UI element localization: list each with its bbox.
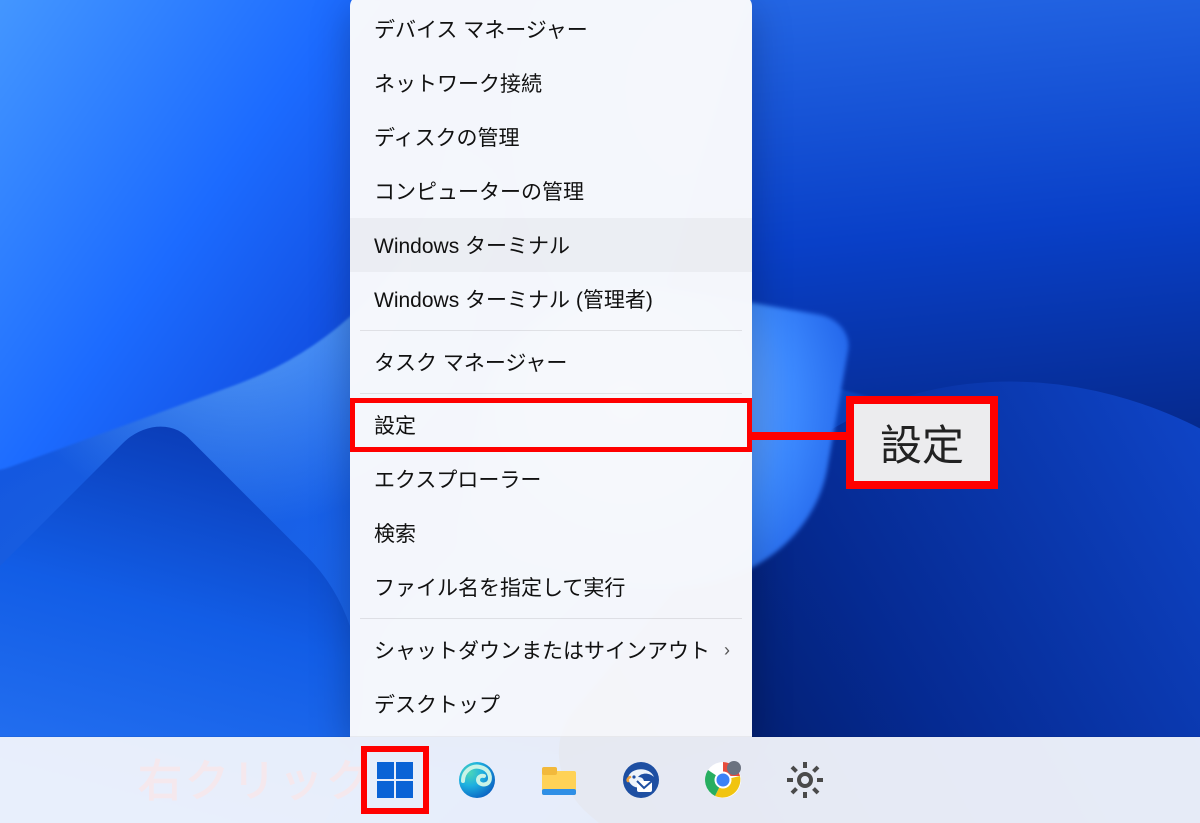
menu-item[interactable]: Windows ターミナル (管理者) [350, 272, 752, 326]
menu-item[interactable]: ディスクの管理 [350, 110, 752, 164]
menu-item[interactable]: ネットワーク接続 [350, 56, 752, 110]
menu-item[interactable]: シャットダウンまたはサインアウト › [350, 623, 752, 677]
menu-item-label: タスク マネージャー [374, 347, 567, 377]
menu-item[interactable]: Windows ターミナル [350, 218, 752, 272]
menu-item-label: コンピューターの管理 [374, 176, 584, 206]
file-explorer-icon [538, 759, 580, 801]
menu-item[interactable]: エクスプローラー [350, 452, 752, 506]
menu-item[interactable]: コンピューターの管理 [350, 164, 752, 218]
menu-item-label: シャットダウンまたはサインアウト [374, 635, 710, 665]
menu-item[interactable]: 設定 [350, 398, 752, 452]
menu-item-label: ディスクの管理 [374, 122, 520, 152]
menu-item[interactable]: タスク マネージャー [350, 335, 752, 389]
menu-item[interactable]: デスクトップ [350, 677, 752, 731]
chrome-icon [702, 759, 744, 801]
start-button[interactable] [367, 752, 423, 808]
chevron-right-icon: › [724, 640, 730, 661]
thunderbird-button[interactable] [613, 752, 669, 808]
callout-connector [751, 432, 849, 440]
menu-separator [360, 618, 742, 619]
start-highlight-box [361, 746, 429, 814]
menu-item[interactable]: 検索 [350, 506, 752, 560]
callout-label: 設定 [880, 422, 964, 469]
menu-item-label: ネットワーク接続 [374, 68, 542, 98]
menu-item-label: エクスプローラー [374, 464, 541, 494]
chrome-button[interactable] [695, 752, 751, 808]
menu-item-label: ファイル名を指定して実行 [374, 572, 625, 602]
menu-item-label: Windows ターミナル [374, 230, 570, 260]
menu-item-label: デバイス マネージャー [374, 14, 588, 44]
edge-icon [456, 759, 498, 801]
menu-item-label: 検索 [374, 518, 416, 548]
menu-item[interactable]: ファイル名を指定して実行 [350, 560, 752, 614]
edge-button[interactable] [449, 752, 505, 808]
file-explorer-button[interactable] [531, 752, 587, 808]
taskbar[interactable] [0, 737, 1200, 823]
menu-item-label: 設定 [374, 410, 416, 440]
start-context-menu[interactable]: デバイス マネージャーネットワーク接続ディスクの管理コンピューターの管理 Wind… [350, 0, 752, 737]
thunderbird-icon [620, 759, 662, 801]
callout-settings: 設定 [846, 396, 998, 489]
gear-icon [784, 759, 826, 801]
menu-item-label: デスクトップ [374, 689, 500, 719]
menu-separator [360, 330, 742, 331]
menu-separator [360, 393, 742, 394]
settings-button[interactable] [777, 752, 833, 808]
menu-item-label: Windows ターミナル (管理者) [374, 284, 653, 314]
menu-item[interactable]: デバイス マネージャー [350, 2, 752, 56]
